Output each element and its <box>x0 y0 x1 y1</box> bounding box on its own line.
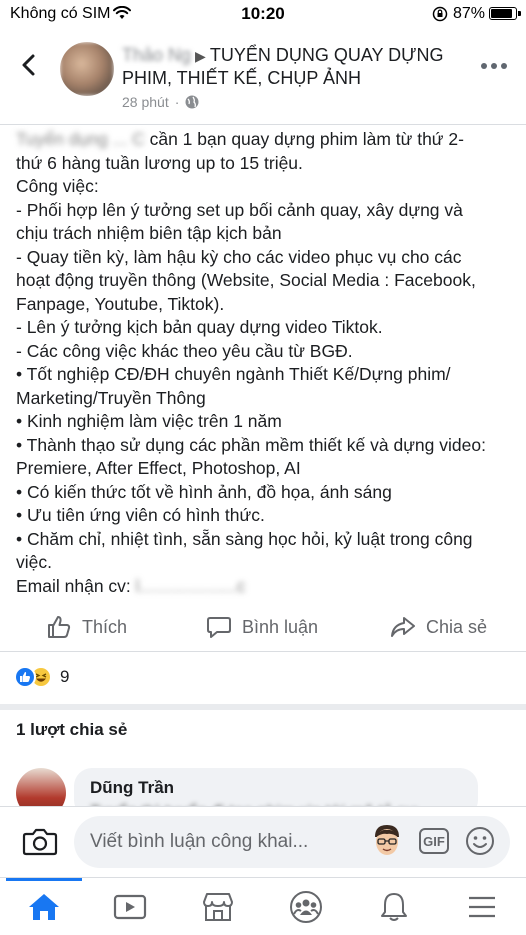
post-line: chịu trách nhiệm biên tập kịch bản <box>16 223 282 243</box>
gif-button[interactable]: GIF <box>419 828 449 854</box>
author-name-blurred: Thảo Ng <box>122 45 192 65</box>
tab-notifications[interactable] <box>374 890 414 924</box>
post-line: • Kinh nghiệm làm việc trên 1 năm <box>16 411 282 431</box>
divider <box>0 124 526 125</box>
tab-marketplace[interactable] <box>198 890 238 924</box>
post-meta: 28 phút · <box>122 94 199 110</box>
more-dots-icon <box>481 63 507 69</box>
camera-button[interactable] <box>22 827 58 857</box>
post-line: việc. <box>16 552 52 572</box>
post-line: • Có kiến thức tốt về hình ảnh, đồ họa, … <box>16 481 392 502</box>
action-bar: Thích Bình luận Chia sẻ <box>0 606 526 652</box>
comment-bubble-icon <box>207 617 231 638</box>
post-title[interactable]: Thảo Ng ▶ TUYỂN DỤNG QUAY DỰNG PHIM, THIẾT… <box>122 44 472 89</box>
post-line: - Quay tiền kỳ, làm hậu kỳ cho các video… <box>16 246 462 267</box>
active-tab-indicator <box>6 878 82 881</box>
status-bar: Không có SIM 10:20 87% <box>0 0 526 28</box>
email-blurred: l....................c <box>135 575 246 596</box>
like-label: Thích <box>82 616 128 637</box>
section-divider <box>0 704 526 710</box>
comment-label: Bình luận <box>242 616 319 637</box>
like-reaction-icon <box>14 666 36 688</box>
tab-watch[interactable] <box>110 890 150 924</box>
post-line: Marketing/Truyền Thông <box>16 387 206 408</box>
reactions-summary[interactable]: 9 <box>14 666 69 688</box>
post-line: • Thành thạo sử dụng các phần mềm thiết … <box>16 434 486 455</box>
hamburger-menu-icon <box>469 896 495 918</box>
share-label: Chia sẻ <box>426 616 488 637</box>
back-button[interactable] <box>14 50 44 80</box>
like-button[interactable]: Thích <box>46 614 127 640</box>
avatar-sticker-icon <box>375 825 399 855</box>
thumbs-up-icon <box>48 616 71 638</box>
post-line: hoạt động truyền thông (Website, Social … <box>16 270 476 290</box>
share-count[interactable]: 1 lượt chia sẻ <box>16 720 127 740</box>
camera-icon <box>22 828 58 856</box>
post-line: Tuyển dụng ... C cần 1 bạn quay dựng phi… <box>16 128 506 152</box>
post-line: - Các công việc khác theo yêu cầu từ BGĐ… <box>16 340 353 361</box>
post-text: Tuyển dụng ... C cần 1 bạn quay dựng phi… <box>16 128 506 598</box>
emoji-button[interactable] <box>464 825 496 857</box>
battery-icon <box>489 7 521 20</box>
home-icon <box>29 894 59 920</box>
comment-button[interactable]: Bình luận <box>206 614 318 640</box>
groups-icon <box>290 891 322 923</box>
tab-home[interactable] <box>24 890 64 924</box>
post-line: • Chăm chỉ, nhiệt tình, sẵn sàng học hỏi… <box>16 528 473 549</box>
share-button[interactable]: Chia sẻ <box>390 614 487 640</box>
share-arrow-icon <box>391 617 415 637</box>
time-ago: 28 phút <box>122 94 169 110</box>
more-options-button[interactable] <box>478 56 510 76</box>
page-avatar[interactable] <box>60 42 114 96</box>
post-header: Thảo Ng ▶ TUYỂN DỤNG QUAY DỰNG PHIM, THIẾT… <box>0 30 526 122</box>
battery-percent: 87% <box>453 5 486 22</box>
email-line: Email nhận cv: l....................c <box>16 575 506 599</box>
bottom-nav <box>0 877 526 935</box>
post-line: • Ưu tiên ứng viên có hình thức. <box>16 505 265 525</box>
tab-menu[interactable] <box>462 890 502 924</box>
blurred-text: Tuyển dụng ... C <box>16 129 145 149</box>
post-line: - Phối hợp lên ý tưởng set up bối cảnh q… <box>16 199 463 220</box>
avatar-sticker-button[interactable] <box>370 823 404 859</box>
arrow-right-icon: ▶ <box>195 48 206 64</box>
post-line: - Lên ý tưởng kịch bản quay dựng video T… <box>16 317 383 337</box>
rotation-lock-icon <box>432 6 448 27</box>
marketplace-icon <box>203 893 233 921</box>
comment-author[interactable]: Dũng Trần <box>90 778 174 798</box>
tab-groups[interactable] <box>286 890 326 924</box>
globe-icon <box>185 95 199 109</box>
reaction-count: 9 <box>60 667 70 686</box>
video-icon <box>113 894 147 920</box>
post-line: • Tốt nghiệp CĐ/ĐH chuyên ngành Thiết Kế… <box>16 364 451 384</box>
chevron-left-icon <box>22 54 35 76</box>
post-line: Premiere, After Effect, Photoshop, AI <box>16 458 301 478</box>
divider <box>0 651 526 652</box>
post-line: Công việc: <box>16 176 99 196</box>
smiley-icon <box>466 827 494 855</box>
post-line: Fanpage, Youtube, Tiktok). <box>16 293 225 314</box>
bell-icon <box>381 893 407 921</box>
comment-composer: Viết bình luận công khai... GIF <box>0 807 526 877</box>
post-line: thứ 6 hàng tuần lương up to 15 triệu. <box>16 152 303 173</box>
